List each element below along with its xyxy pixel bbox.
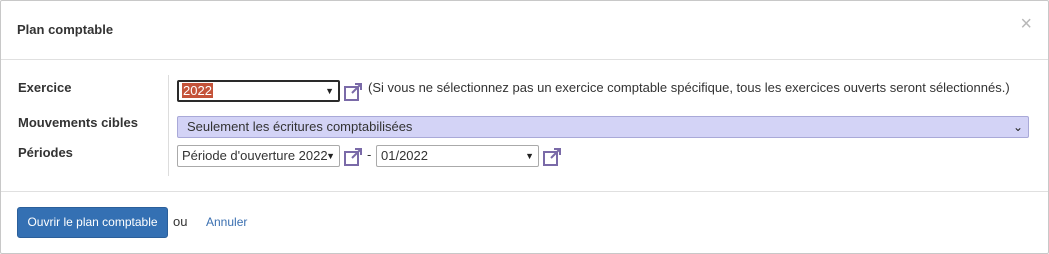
dropdown-arrow-icon: ▼: [525, 151, 534, 161]
close-icon[interactable]: ×: [1020, 14, 1032, 34]
external-link-icon[interactable]: [343, 82, 363, 102]
dialog-title: Plan comptable: [17, 22, 114, 37]
period-from-value: Période d'ouverture 2022: [182, 148, 328, 163]
mouvements-value: Seulement les écritures comptabilisées: [187, 119, 413, 134]
or-text: ou: [173, 214, 188, 229]
dropdown-arrow-icon: ▼: [326, 151, 335, 161]
mouvements-select[interactable]: Seulement les écritures comptabilisées ⌄: [177, 116, 1029, 138]
exercice-label: Exercice: [18, 80, 72, 95]
footer-divider: [1, 191, 1048, 192]
exercice-value: 2022: [182, 83, 213, 98]
dropdown-arrow-icon: ▼: [325, 86, 334, 96]
periodes-label: Périodes: [18, 145, 73, 160]
mouvements-label: Mouvements cibles: [18, 115, 138, 130]
cancel-link[interactable]: Annuler: [206, 215, 247, 229]
chevron-down-icon: ⌄: [1012, 120, 1023, 134]
period-from-select[interactable]: Période d'ouverture 2022 ▼: [177, 145, 340, 167]
chart-of-accounts-dialog: Plan comptable × Exercice 2022 ▼ (Si vou…: [0, 0, 1049, 254]
exercice-hint: (Si vous ne sélectionnez pas un exercice…: [368, 80, 1010, 95]
external-link-icon[interactable]: [542, 147, 562, 167]
external-link-icon[interactable]: [343, 147, 363, 167]
form-divider: [168, 75, 169, 176]
dialog-header: Plan comptable ×: [1, 1, 1048, 60]
exercice-select[interactable]: 2022 ▼: [177, 80, 340, 102]
period-to-select[interactable]: 01/2022 ▼: [376, 145, 539, 167]
period-separator: -: [367, 147, 372, 162]
period-to-value: 01/2022: [381, 148, 428, 163]
open-chart-button[interactable]: Ouvrir le plan comptable: [17, 207, 168, 238]
